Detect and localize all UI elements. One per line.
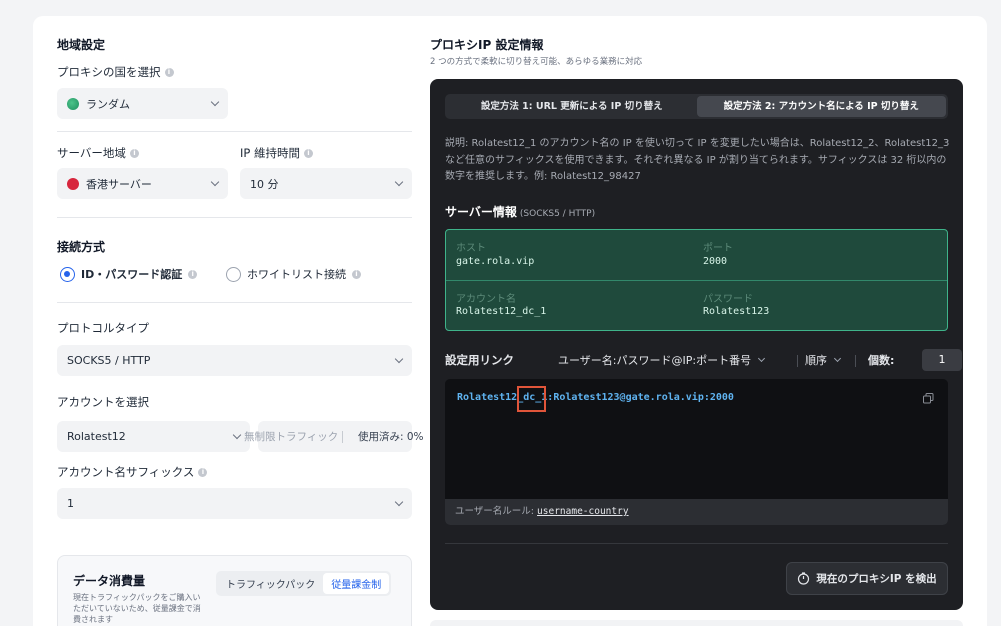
chevron-down-icon bbox=[394, 497, 404, 507]
timer-icon bbox=[798, 572, 810, 585]
divider bbox=[57, 217, 412, 218]
connection-title: 接続方式 bbox=[57, 240, 106, 254]
chevron-down-icon bbox=[232, 430, 242, 440]
proxy-panel: 設定方法 1: URL 更新による IP 切り替え 設定方法 2: アカウント名… bbox=[430, 79, 963, 610]
info-icon: i bbox=[164, 67, 174, 77]
traffic-text: 無制限トラフィック bbox=[244, 431, 339, 443]
radio-checked-icon bbox=[60, 266, 75, 282]
protocol-label: プロトコルタイプ bbox=[57, 321, 149, 335]
account-select[interactable]: Rolatest12 bbox=[57, 421, 250, 452]
port-label: ポート bbox=[703, 243, 733, 254]
usage-desc: 現在トラフィックパックをご購入いただいていないため、従量課金で消費されます bbox=[73, 593, 201, 624]
globe-icon bbox=[67, 97, 79, 110]
radio-id-password[interactable]: ID・パスワード認証 i bbox=[60, 266, 198, 282]
detect-proxy-button[interactable]: 現在のプロキシIP を検出 bbox=[786, 562, 948, 595]
suffix-select[interactable]: 1 bbox=[57, 488, 412, 519]
account-usage: 無制限トラフィック 使用済み: 0% bbox=[244, 421, 424, 452]
host-value[interactable]: gate.rola.vip bbox=[456, 256, 534, 267]
next-section-edge bbox=[430, 620, 963, 626]
method-tabs: 設定方法 1: URL 更新による IP 切り替え 設定方法 2: アカウント名… bbox=[445, 94, 948, 119]
ip-keep-label: IP 維持時間 i bbox=[240, 145, 313, 161]
tab-url-refresh[interactable]: 設定方法 1: URL 更新による IP 切り替え bbox=[447, 96, 697, 117]
seg-pay-as-you-go[interactable]: 従量課金制 bbox=[323, 573, 390, 594]
rule-value[interactable]: username-country bbox=[537, 506, 629, 517]
chevron-down-icon bbox=[758, 354, 766, 363]
separator bbox=[855, 355, 856, 367]
separator bbox=[797, 355, 798, 367]
server-label: サーバー地域 i bbox=[57, 145, 139, 161]
info-icon: i bbox=[129, 148, 139, 158]
server-select[interactable]: 香港サーバー bbox=[57, 168, 228, 199]
server-info-box: ホスト gate.rola.vip ポート 2000 アカウント名 Rolate… bbox=[445, 229, 948, 331]
server-info-title: サーバー情報 (SOCKS5 / HTTP) bbox=[445, 205, 596, 219]
divider bbox=[445, 543, 948, 544]
region-title: 地域設定 bbox=[57, 38, 106, 52]
divider bbox=[57, 131, 412, 132]
tab-account-name[interactable]: 設定方法 2: アカウント名による IP 切り替え bbox=[696, 96, 946, 117]
usage-title: データ消費量 bbox=[73, 574, 146, 588]
radio-unchecked-icon bbox=[226, 266, 241, 282]
country-label: プロキシの国を選択 i bbox=[57, 64, 174, 80]
port-value[interactable]: 2000 bbox=[703, 256, 727, 267]
info-icon: i bbox=[303, 148, 313, 158]
radio-whitelist[interactable]: ホワイトリスト接続 i bbox=[226, 266, 361, 282]
info-icon: i bbox=[188, 269, 198, 279]
ip-keep-select[interactable]: 10 分 bbox=[240, 168, 412, 199]
country-select[interactable]: ランダム bbox=[57, 88, 228, 119]
count-label: 個数: bbox=[868, 354, 895, 367]
link-text[interactable]: Rolatest12_dc_1:Rolatest123@gate.rola.vi… bbox=[457, 392, 734, 403]
account-name-label: アカウント名 bbox=[456, 294, 516, 305]
suffix-label: アカウント名サフィックス i bbox=[57, 464, 208, 480]
username-rule: ユーザー名ルール: username-country bbox=[445, 499, 948, 525]
info-icon: i bbox=[352, 269, 361, 279]
chevron-down-icon bbox=[210, 177, 220, 187]
proxy-subtitle: 2 つの方式で柔軟に切り替え可能、あらゆる業務に対応 bbox=[430, 57, 643, 67]
method-description: 説明: Rolatest12_1 のアカウント名の IP を使い切って IP を… bbox=[445, 138, 950, 182]
copy-icon[interactable] bbox=[923, 393, 934, 404]
highlight-box bbox=[517, 386, 546, 412]
seg-traffic-pack[interactable]: トラフィックパック bbox=[218, 573, 323, 594]
format-select[interactable]: ユーザー名:パスワード@IP:ポート番号 bbox=[558, 352, 766, 368]
proxy-title: プロキシIP 設定情報 bbox=[430, 38, 544, 52]
password-value[interactable]: Rolatest123 bbox=[703, 306, 769, 317]
chevron-down-icon bbox=[833, 354, 842, 363]
account-name-value[interactable]: Rolatest12_dc_1 bbox=[456, 306, 546, 317]
account-label: アカウントを選択 bbox=[57, 395, 149, 409]
hongkong-flag-icon bbox=[67, 177, 79, 190]
chevron-down-icon bbox=[394, 354, 404, 364]
order-select[interactable]: 順序 bbox=[805, 352, 842, 368]
info-icon: i bbox=[198, 467, 208, 477]
link-title: 設定用リンク bbox=[445, 353, 514, 367]
usage-segmented: トラフィックパック 従量課金制 bbox=[216, 571, 392, 596]
used-text: 使用済み: 0% bbox=[358, 431, 424, 443]
separator bbox=[342, 430, 343, 443]
usage-box: データ消費量 現在トラフィックパックをご購入いただいていないため、従量課金で消費… bbox=[57, 555, 412, 626]
password-label: パスワード bbox=[703, 294, 753, 305]
count-input[interactable]: 1 bbox=[922, 349, 962, 371]
divider bbox=[446, 280, 947, 281]
host-label: ホスト bbox=[456, 243, 486, 254]
link-toolbar: 設定用リンク ユーザー名:パスワード@IP:ポート番号 順序 個数: 1 bbox=[445, 349, 962, 371]
protocol-select[interactable]: SOCKS5 / HTTP bbox=[57, 345, 412, 376]
chevron-down-icon bbox=[210, 97, 220, 107]
link-output: Rolatest12_dc_1:Rolatest123@gate.rola.vi… bbox=[445, 379, 948, 525]
divider bbox=[57, 302, 412, 303]
chevron-down-icon bbox=[394, 177, 404, 187]
